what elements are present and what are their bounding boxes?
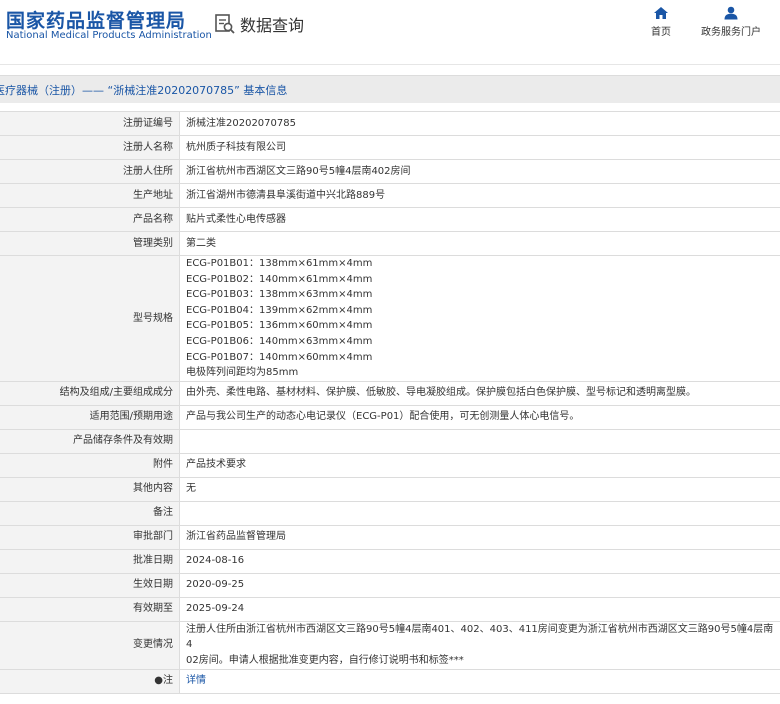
- table-row-model: 型号规格 ECG-P01B01：138mm×61mm×4mm ECG-P01B0…: [0, 255, 780, 382]
- table-row: 审批部门 浙江省药品监督管理局: [0, 524, 780, 550]
- table-row-note: ●注 详情: [0, 668, 780, 694]
- table-row: 附件 产品技术要求: [0, 452, 780, 478]
- row-value: 由外壳、柔性电路、基材材料、保护膜、低敏胶、导电凝胶组成。保护膜包括白色保护膜、…: [179, 380, 780, 406]
- model-spec-line: 电极阵列间距均为85mm: [186, 367, 299, 379]
- model-spec-line: ECG-P01B04：139mm×62mm×4mm: [186, 304, 373, 316]
- query-title: 数据查询: [240, 16, 305, 35]
- row-label: 产品名称: [0, 207, 180, 232]
- user-icon: [724, 6, 738, 20]
- change-line: 02房间。申请人根据批准变更内容，自行修订说明书和标签***: [186, 654, 464, 666]
- row-label: 生效日期: [0, 572, 180, 598]
- row-value: 2025-09-24: [179, 596, 780, 622]
- table-row: 备注: [0, 500, 780, 526]
- site-logo-en[interactable]: National Medical Products Administration: [6, 30, 212, 41]
- row-value: [179, 428, 780, 454]
- row-label: 生产地址: [0, 183, 180, 208]
- registration-info-table: 注册证编号 浙械注准20202070785 注册人名称 杭州质子科技有限公司 注册人…: [0, 111, 780, 694]
- page-title-bar: 医疗器械（注册）—— “浙械注准20202070785” 基本信息: [0, 75, 780, 103]
- table-row: 产品名称 贴片式柔性心电传感器: [0, 207, 780, 232]
- row-label: 变更情况: [0, 620, 180, 670]
- model-spec-line: ECG-P01B01：138mm×61mm×4mm: [186, 258, 373, 269]
- row-value: 2024-08-16: [179, 548, 780, 574]
- row-label: 结构及组成/主要组成成分: [0, 380, 180, 406]
- table-row: 注册人住所 浙江省杭州市西湖区文三路90号5幢4层南402房间: [0, 159, 780, 184]
- row-label: 附件: [0, 452, 180, 478]
- site-header: 国家药品监督管理局 National Medical Products Admi…: [0, 0, 780, 65]
- row-label: 产品储存条件及有效期: [0, 428, 180, 454]
- table-row: 注册人名称 杭州质子科技有限公司: [0, 135, 780, 160]
- row-value: 产品与我公司生产的动态心电记录仪（ECG-P01）配合使用，可无创测量人体心电信…: [179, 404, 780, 430]
- table-row: 结构及组成/主要组成成分 由外壳、柔性电路、基材材料、保护膜、低敏胶、导电凝胶组成…: [0, 380, 780, 406]
- row-value: 浙械注准20202070785: [179, 111, 780, 136]
- row-value: [179, 500, 780, 526]
- table-row: 批准日期 2024-08-16: [0, 548, 780, 574]
- row-value: 2020-09-25: [179, 572, 780, 598]
- nav-portal-label: 政务服务门户: [701, 27, 761, 38]
- row-value: 贴片式柔性心电传感器: [179, 207, 780, 232]
- row-label: 型号规格: [0, 255, 180, 382]
- model-spec-line: ECG-P01B06：140mm×63mm×4mm: [186, 335, 373, 347]
- model-spec-list: ECG-P01B01：138mm×61mm×4mm ECG-P01B02：140…: [179, 255, 780, 382]
- header-divider: [0, 64, 780, 65]
- row-label: 注册人名称: [0, 135, 180, 160]
- nav-portal[interactable]: 政务服务门户: [698, 6, 764, 38]
- row-label: 备注: [0, 500, 180, 526]
- row-label: 注册证编号: [0, 111, 180, 136]
- model-spec-line: ECG-P01B02：140mm×61mm×4mm: [186, 273, 373, 285]
- row-label: 管理类别: [0, 231, 180, 256]
- table-row: 生产地址 浙江省湖州市德清县阜溪街道中兴北路889号: [0, 183, 780, 208]
- row-value: 杭州质子科技有限公司: [179, 135, 780, 160]
- row-value: 产品技术要求: [179, 452, 780, 478]
- table-row: 适用范围/预期用途 产品与我公司生产的动态心电记录仪（ECG-P01）配合使用，可…: [0, 404, 780, 430]
- row-value: 详情: [179, 668, 780, 694]
- row-value: 浙江省药品监督管理局: [179, 524, 780, 550]
- row-label: 审批部门: [0, 524, 180, 550]
- table-row-change: 变更情况 注册人住所由浙江省杭州市西湖区文三路90号5幢4层南401、402、4…: [0, 620, 780, 670]
- row-value: 无: [179, 476, 780, 502]
- home-icon: [654, 7, 668, 19]
- nav-home-label: 首页: [651, 27, 671, 38]
- table-row: 其他内容无: [0, 476, 780, 502]
- row-label: ●注: [0, 668, 180, 694]
- model-spec-line: ECG-P01B03：138mm×63mm×4mm: [186, 289, 373, 301]
- table-row: 生效日期 2020-09-25: [0, 572, 780, 598]
- table-row: 有效期至 2025-09-24: [0, 596, 780, 622]
- change-detail: 注册人住所由浙江省杭州市西湖区文三路90号5幢4层南401、402、403、41…: [179, 620, 780, 670]
- row-value: 浙江省湖州市德清县阜溪街道中兴北路889号: [179, 183, 780, 208]
- nav-home[interactable]: 首页: [628, 6, 694, 38]
- row-label: 有效期至: [0, 596, 180, 622]
- row-label: 适用范围/预期用途: [0, 404, 180, 430]
- page-title: 医疗器械（注册）—— “浙械注准20202070785” 基本信息: [0, 84, 288, 97]
- model-spec-line: ECG-P01B07：140mm×60mm×4mm: [186, 351, 373, 363]
- row-value: 第二类: [179, 231, 780, 256]
- data-query-icon: [215, 14, 235, 34]
- row-value: 浙江省杭州市西湖区文三路90号5幢4层南402房间: [179, 159, 780, 184]
- table-row: 注册证编号 浙械注准20202070785: [0, 111, 780, 136]
- table-row: 管理类别 第二类: [0, 231, 780, 256]
- row-label: 批准日期: [0, 548, 180, 574]
- details-link[interactable]: 详情: [186, 675, 206, 686]
- row-label: 其他内容: [0, 476, 180, 502]
- table-row: 产品储存条件及有效期: [0, 428, 780, 454]
- row-label: 注册人住所: [0, 159, 180, 184]
- model-spec-line: ECG-P01B05：136mm×60mm×4mm: [186, 320, 373, 332]
- data-query-heading: 数据查询: [214, 12, 304, 36]
- change-line: 注册人住所由浙江省杭州市西湖区文三路90号5幢4层南401、402、403、41…: [186, 623, 774, 651]
- site-logo-cn[interactable]: 国家药品监督管理局: [6, 6, 186, 33]
